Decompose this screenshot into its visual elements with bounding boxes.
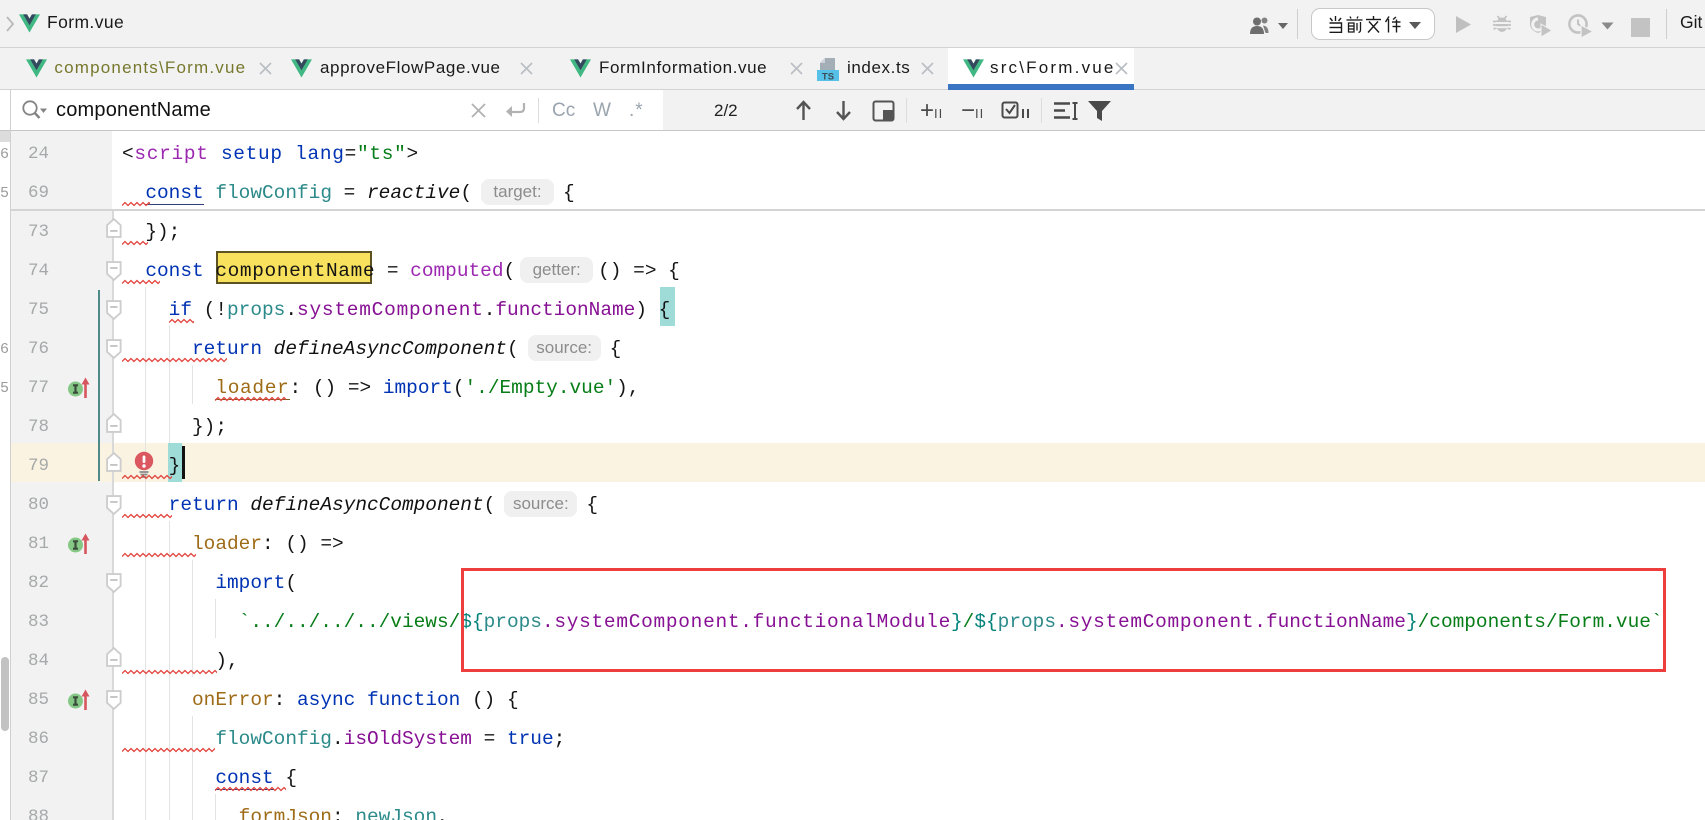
- svg-text:TS: TS: [822, 72, 834, 83]
